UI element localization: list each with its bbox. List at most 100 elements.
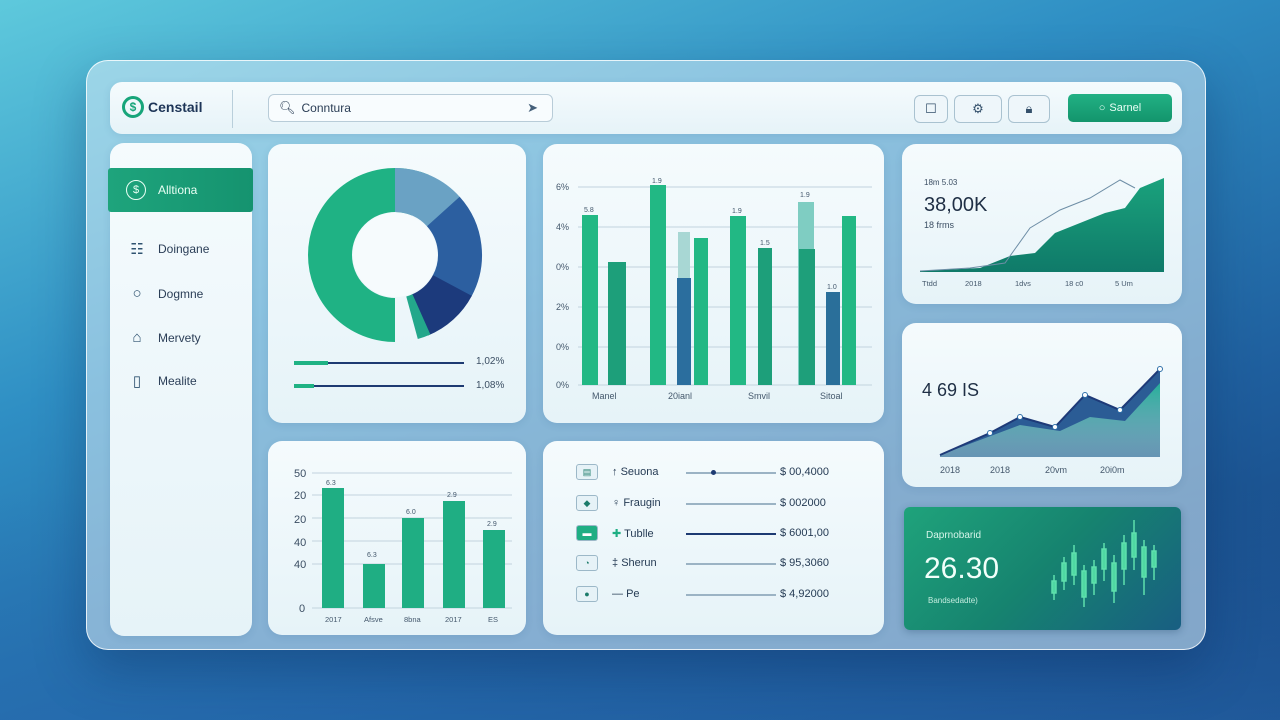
progress-label-2: 1,08%: [476, 380, 505, 391]
sidebar-item-label: Mealite: [158, 374, 197, 388]
slider-track[interactable]: [686, 594, 776, 596]
green-value: 26.30: [924, 552, 1000, 585]
bar: [758, 248, 772, 385]
list-item[interactable]: ◆ ♀ Fraugin $ 002000: [576, 493, 866, 513]
slider-knob[interactable]: [711, 470, 717, 475]
list-item-label: ✚ Tublle: [612, 527, 654, 540]
x-label: 18 c0: [1065, 279, 1083, 288]
x-label: 20vm: [1045, 465, 1067, 475]
bar: [443, 501, 465, 608]
bar: [402, 518, 424, 608]
search-value: Conntura: [301, 101, 351, 115]
candle: [1091, 566, 1097, 584]
chat-icon: ◆: [576, 495, 598, 511]
search-input[interactable]: 🔍︎ Conntura ➤: [268, 94, 553, 122]
green-sub: Bandsedadte): [928, 596, 978, 605]
sidebar-item-4[interactable]: ⌂ Mervety: [128, 329, 200, 346]
x-label: Sitoal: [820, 391, 843, 401]
brand-logo[interactable]: $ Censtail: [122, 96, 202, 118]
y-tick: 40: [294, 559, 306, 571]
candle: [1081, 570, 1087, 598]
x-label: Smvil: [748, 391, 770, 401]
y-tick: 0%: [556, 262, 569, 272]
x-label: Ttdd: [922, 279, 937, 288]
sidebar-item-label: Dogmne: [158, 286, 204, 301]
x-label: 2018: [965, 279, 982, 288]
sidebar-item-label: Doingane: [158, 242, 210, 256]
green-caption: Daprnobarid: [926, 530, 982, 541]
x-label: Afsve: [364, 615, 383, 624]
card-icon: ▬: [576, 525, 598, 541]
candle: [1121, 542, 1127, 570]
sidebar-item-2[interactable]: ☷ Doingane: [128, 240, 209, 258]
candle: [1131, 532, 1137, 558]
progress-label-1: 1,02%: [476, 356, 505, 367]
list-item-value: $ 4,92000: [780, 588, 829, 600]
y-tick: 50: [294, 468, 306, 480]
x-label: ES: [488, 615, 498, 624]
progress-track-2[interactable]: [294, 384, 464, 388]
bar: [483, 530, 505, 608]
y-tick: 6%: [556, 182, 569, 192]
slider-track[interactable]: [686, 563, 776, 565]
sidebar-item-5[interactable]: ▯ Mealite: [128, 372, 197, 390]
bar: [826, 292, 840, 385]
candle: [1071, 552, 1077, 576]
signal-icon: ◔: [576, 555, 598, 571]
list-item[interactable]: ◔ ‡ Sherun $ 95,3060: [576, 553, 866, 573]
data-label: 6.0: [406, 509, 416, 516]
data-label: 1.9: [652, 178, 662, 185]
settings-icon[interactable]: ⚙: [954, 95, 1002, 123]
data-label: 2.9: [487, 521, 497, 528]
header-divider: [232, 90, 233, 128]
sidebar-item-3[interactable]: ○ Dogmne: [128, 285, 203, 302]
list-item[interactable]: ▤ ↑ Seuona $ 00,4000: [576, 462, 866, 482]
y-tick: 20: [294, 490, 306, 502]
lock-icon[interactable]: 🔒︎: [1008, 95, 1050, 123]
slider-track[interactable]: [686, 503, 776, 505]
area-chart-top: Ttdd 2018 1dvs 18 c0 5 Um: [920, 178, 1164, 288]
candle: [1111, 562, 1117, 592]
data-label: 6.3: [326, 480, 336, 487]
wallet-icon: ▤: [576, 464, 598, 480]
data-label: 5.8: [584, 207, 594, 214]
list-item-value: $ 00,4000: [780, 466, 829, 478]
donut-hole: [353, 213, 437, 297]
x-label: 20ianl: [668, 391, 692, 401]
inbox-icon[interactable]: ☐: [914, 95, 948, 123]
line-point: [1017, 414, 1023, 420]
y-tick: 20: [294, 514, 306, 526]
x-label: 20i0m: [1100, 465, 1125, 475]
document-icon: ▯: [132, 373, 142, 390]
area-front: [940, 383, 1160, 457]
progress-track-1: [294, 361, 464, 365]
line-point: [987, 430, 993, 436]
bar: [730, 216, 746, 385]
brand-name: Censtail: [148, 99, 203, 115]
slider-track[interactable]: [686, 470, 776, 475]
pointer-icon[interactable]: ➤: [527, 100, 538, 116]
dollar-circle-icon: $: [122, 96, 144, 118]
slider-track[interactable]: [686, 533, 776, 535]
y-tick: 40: [294, 537, 306, 549]
data-label: 6.3: [367, 552, 377, 559]
list-item[interactable]: ● — Pe $ 4,92000: [576, 584, 866, 604]
list-item-value: $ 95,3060: [780, 557, 829, 569]
x-label: 2018: [990, 465, 1010, 475]
line-point: [1117, 407, 1123, 413]
list-item[interactable]: ▬ ✚ Tublle $ 6001,00: [576, 523, 866, 543]
progress-fill-2: [294, 384, 315, 388]
bar-chart-bottom: 50 20 20 40 40 0 6.3 6.3 6.0 2.9 2.9 201…: [294, 468, 512, 624]
bar: [694, 238, 708, 385]
list-item-label: — Pe: [612, 588, 640, 600]
primary-action-button[interactable]: ○ Sarnel: [1068, 94, 1172, 122]
dollar-circle-icon: $: [126, 180, 146, 200]
x-label: Manel: [592, 391, 617, 401]
globe-icon: ●: [576, 586, 598, 602]
sidebar-item-active[interactable]: $ Alltiona: [108, 168, 253, 212]
area-fill: [920, 178, 1164, 272]
list-item-label: ♀ Fraugin: [612, 497, 661, 509]
y-tick: 4%: [556, 222, 569, 232]
line-point: [1052, 424, 1058, 430]
people-icon: ☷: [130, 241, 144, 258]
